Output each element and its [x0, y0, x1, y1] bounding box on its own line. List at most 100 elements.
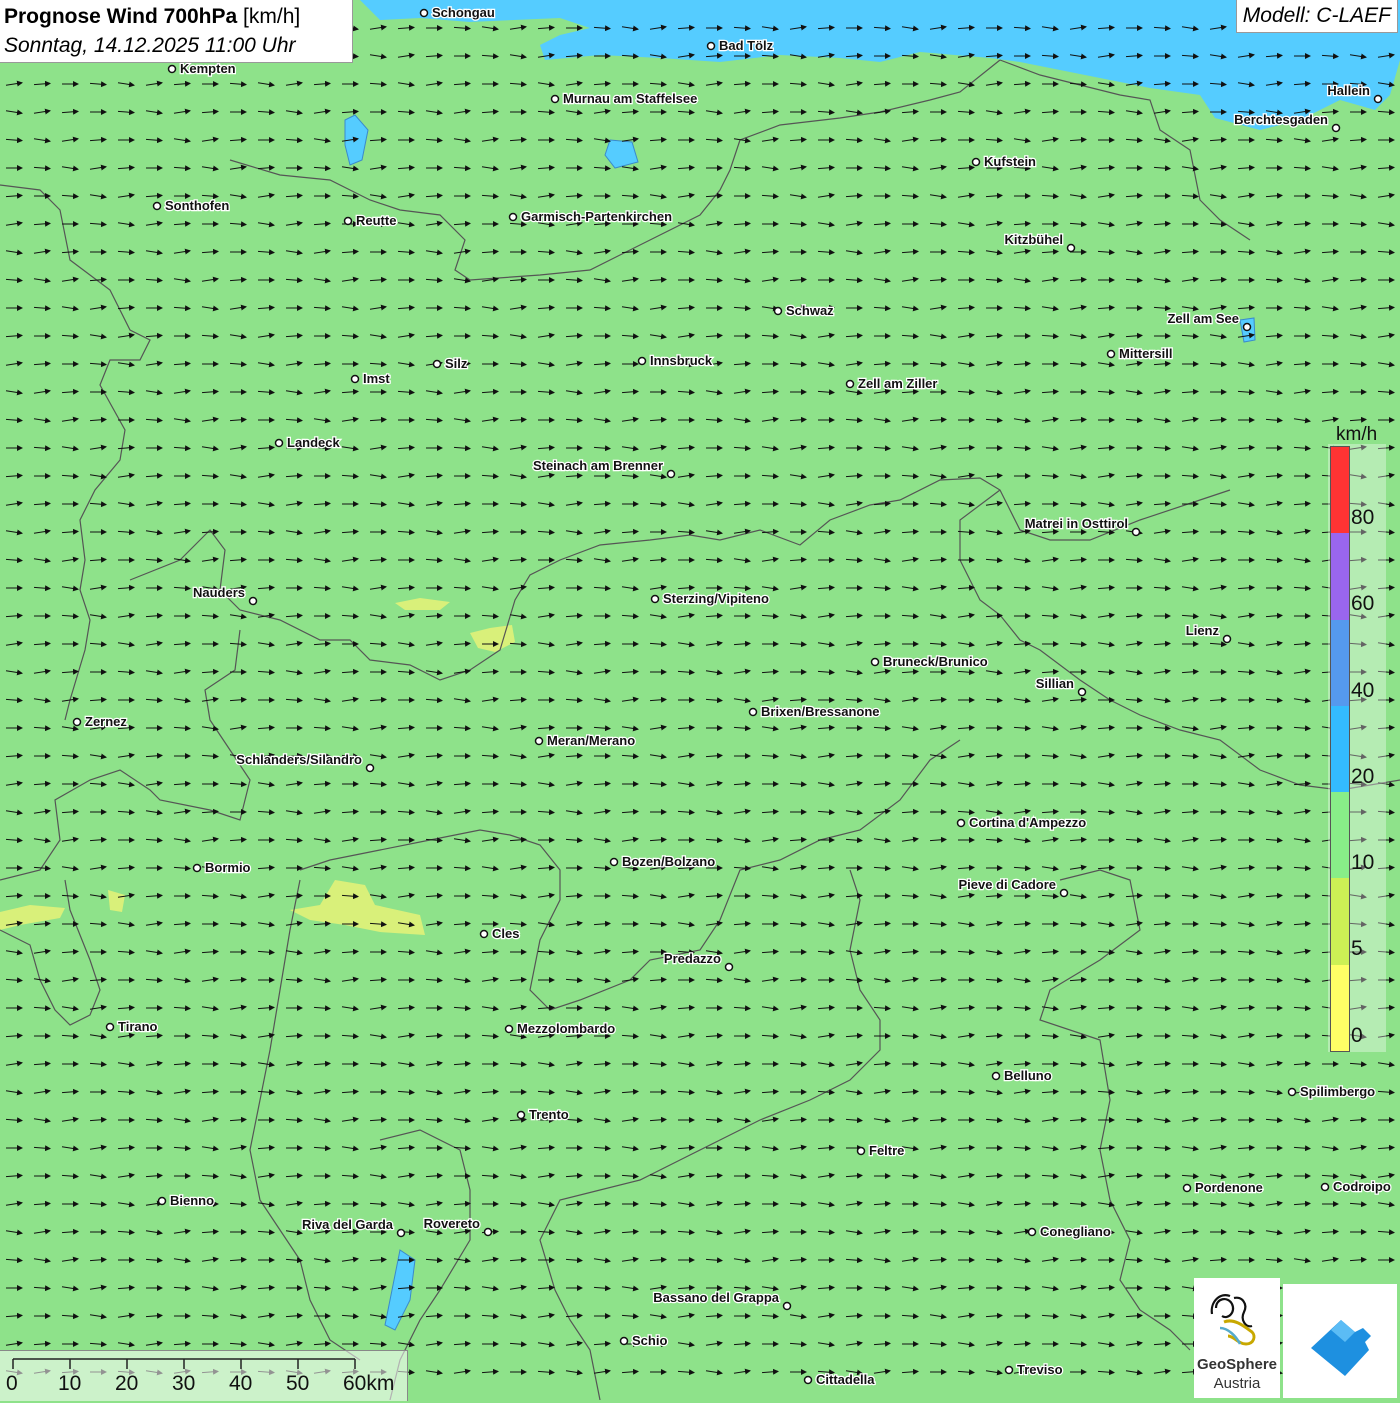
city-label: Cortina d'Ampezzo	[969, 815, 1086, 830]
legend-swatch	[1331, 447, 1349, 534]
legend-swatch	[1331, 792, 1349, 879]
city-dot	[152, 201, 162, 211]
city-marker[interactable]: Garmisch-Partenkirchen	[508, 208, 673, 225]
forecast-datetime: Sonntag, 14.12.2025 11:00 Uhr	[4, 34, 296, 57]
legend-colorbar	[1330, 446, 1350, 1052]
city-dot	[550, 94, 560, 104]
city-dot	[516, 1110, 526, 1120]
city-dot	[479, 929, 489, 939]
city-label: Conegliano	[1040, 1224, 1111, 1239]
city-marker[interactable]: Conegliano	[1027, 1223, 1112, 1240]
city-label: Bozen/Bolzano	[622, 854, 715, 869]
city-dot	[1320, 1182, 1330, 1192]
city-label: Kufstein	[984, 154, 1036, 169]
city-dot	[724, 962, 734, 972]
city-label: Innsbruck	[650, 353, 713, 368]
city-marker[interactable]: Brixen/Bressanone	[748, 703, 881, 720]
geosphere-logo[interactable]: GeoSphere Austria	[1194, 1278, 1280, 1398]
city-label: Schlanders/Silandro	[236, 752, 362, 767]
scale-label: 30	[172, 1372, 196, 1395]
city-label: Silz	[445, 356, 468, 371]
city-dot	[1373, 94, 1383, 104]
city-label: Rovereto	[424, 1216, 480, 1231]
city-marker[interactable]: Innsbruck	[637, 352, 714, 369]
city-label: Schwaz	[786, 303, 834, 318]
city-dot	[748, 707, 758, 717]
city-dot	[619, 1336, 629, 1346]
city-marker[interactable]: Bozen/Bolzano	[609, 853, 716, 870]
city-label: Cles	[492, 926, 519, 941]
city-label: Spilimbergo	[1300, 1084, 1375, 1099]
scale-label: 40	[229, 1372, 253, 1395]
city-marker[interactable]: Meran/Merano	[534, 732, 636, 749]
city-dot	[845, 379, 855, 389]
city-marker[interactable]: Mezzolombardo	[504, 1020, 617, 1037]
city-dot	[157, 1196, 167, 1206]
geosphere-logo-icon	[1210, 1294, 1256, 1346]
city-label: Pieve di Cadore	[958, 877, 1056, 892]
scale-label: 50	[286, 1372, 310, 1395]
city-dot	[856, 1146, 866, 1156]
city-marker[interactable]: Schongau	[419, 4, 496, 21]
city-dot	[666, 469, 676, 479]
legend-label: 0	[1351, 1023, 1363, 1047]
city-marker[interactable]: Zell am Ziller	[845, 375, 939, 392]
city-dot	[343, 216, 353, 226]
city-marker[interactable]: Bruneck/Brunico	[870, 653, 989, 670]
city-dot	[1077, 687, 1087, 697]
legend-label: 40	[1351, 678, 1375, 702]
city-label: Garmisch-Partenkirchen	[521, 209, 672, 224]
city-dot	[991, 1071, 1001, 1081]
city-label: Belluno	[1004, 1068, 1052, 1083]
city-marker[interactable]: Sterzing/Vipiteno	[650, 590, 770, 607]
city-label: Pordenone	[1195, 1180, 1263, 1195]
city-dot	[956, 818, 966, 828]
scale-label: 10	[58, 1372, 82, 1395]
city-label: Mezzolombardo	[517, 1021, 615, 1036]
legend-label: 5	[1351, 937, 1363, 961]
city-dot	[1004, 1365, 1014, 1375]
map-title: Prognose Wind 700hPa [km/h]	[4, 5, 301, 28]
city-label: Zell am See	[1167, 311, 1239, 326]
city-label: Cittadella	[816, 1372, 875, 1387]
city-label: Treviso	[1017, 1362, 1063, 1377]
geosphere-logo-subtext: Austria	[1213, 1375, 1261, 1392]
city-dot	[1287, 1087, 1297, 1097]
city-dot	[1066, 243, 1076, 253]
model-label: Modell: C-LAEF	[1235, 0, 1398, 33]
city-dot	[534, 736, 544, 746]
city-marker[interactable]: Sonthofen	[152, 197, 231, 214]
city-label: Kempten	[180, 61, 236, 76]
city-label: Schio	[632, 1333, 667, 1348]
city-label: Tirano	[118, 1019, 158, 1034]
city-label: Steinach am Brenner	[533, 458, 663, 473]
app-logo[interactable]	[1283, 1284, 1397, 1398]
city-marker[interactable]: Spilimbergo	[1287, 1083, 1376, 1100]
legend-swatch	[1331, 964, 1349, 1051]
city-dot	[971, 157, 981, 167]
legend-swatch	[1331, 619, 1349, 706]
city-marker[interactable]: Cortina d'Ampezzo	[956, 814, 1088, 831]
city-label: Landeck	[287, 435, 341, 450]
city-label: Bassano del Grappa	[653, 1290, 779, 1305]
city-dot	[274, 438, 284, 448]
city-marker[interactable]: Pordenone	[1182, 1179, 1264, 1196]
geosphere-logo-text: GeoSphere	[1196, 1356, 1278, 1373]
city-label: Bruneck/Brunico	[883, 654, 988, 669]
city-dot	[650, 594, 660, 604]
city-marker[interactable]: Murnau am Staffelsee	[550, 90, 699, 107]
city-dot	[167, 64, 177, 74]
city-dot	[706, 41, 716, 51]
city-label: Nauders	[193, 585, 245, 600]
city-label: Reutte	[356, 213, 396, 228]
city-dot	[773, 306, 783, 316]
city-label: Sillian	[1036, 676, 1074, 691]
city-marker[interactable]: Cittadella	[803, 1371, 877, 1388]
wind-map[interactable]: Schongau Bad Tölz Kempten Murnau am Staffel…	[0, 0, 1400, 1400]
city-dot	[1131, 527, 1141, 537]
city-label: Hallein	[1327, 83, 1370, 98]
title-box: Prognose Wind 700hPa [km/h] Sonntag, 14.…	[0, 0, 353, 63]
city-label: Feltre	[869, 1143, 904, 1158]
city-label: Zell am Ziller	[858, 376, 937, 391]
city-dot	[1331, 123, 1341, 133]
